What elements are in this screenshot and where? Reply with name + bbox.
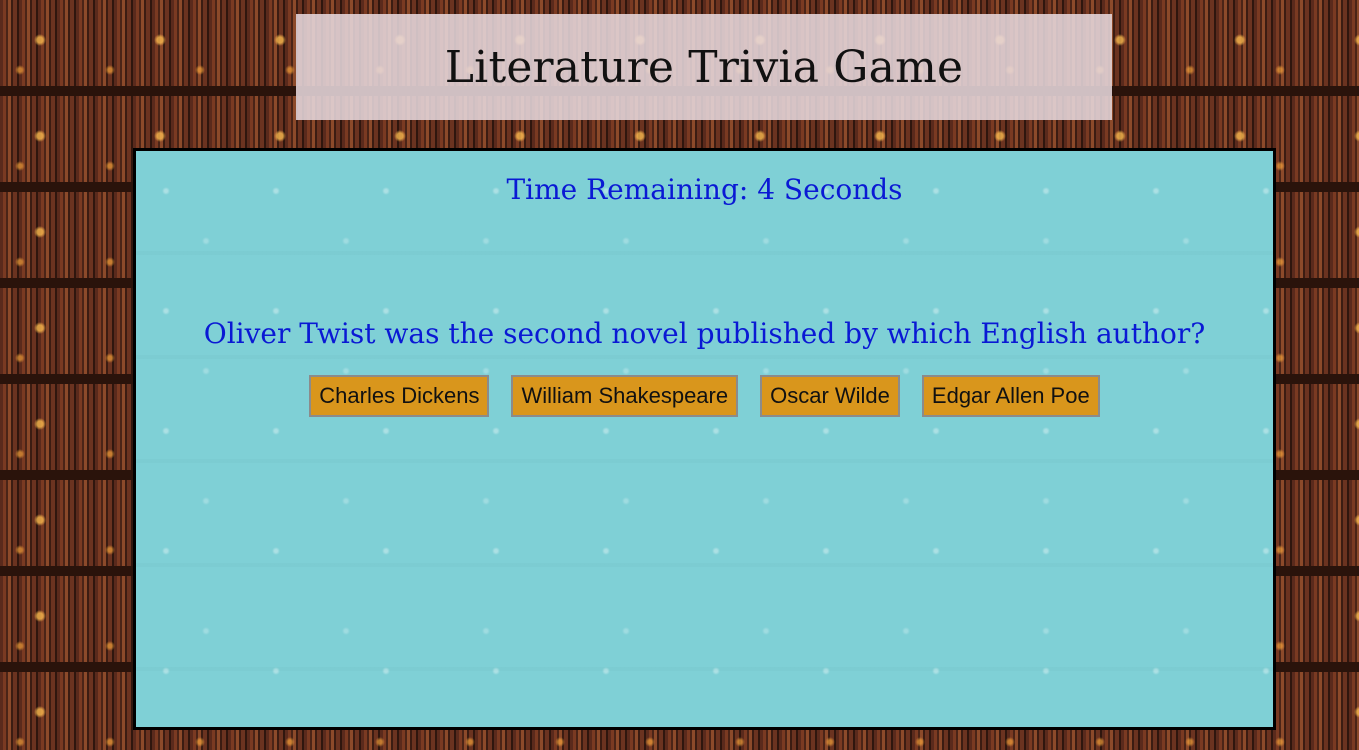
answer-options: Charles Dickens William Shakespeare Osca… (136, 375, 1273, 417)
time-remaining: Time Remaining: 4 Seconds (506, 173, 903, 206)
answer-button-edgar-allen-poe[interactable]: Edgar Allen Poe (921, 375, 1100, 417)
page-title: Literature Trivia Game (444, 41, 964, 93)
game-panel: Time Remaining: 4 Seconds Oliver Twist w… (133, 148, 1276, 730)
answer-button-william-shakespeare[interactable]: William Shakespeare (511, 375, 739, 417)
answer-button-charles-dickens[interactable]: Charles Dickens (309, 375, 490, 417)
answer-button-oscar-wilde[interactable]: Oscar Wilde (760, 375, 900, 417)
title-banner: Literature Trivia Game (296, 14, 1112, 120)
question-text: Oliver Twist was the second novel publis… (203, 317, 1206, 350)
